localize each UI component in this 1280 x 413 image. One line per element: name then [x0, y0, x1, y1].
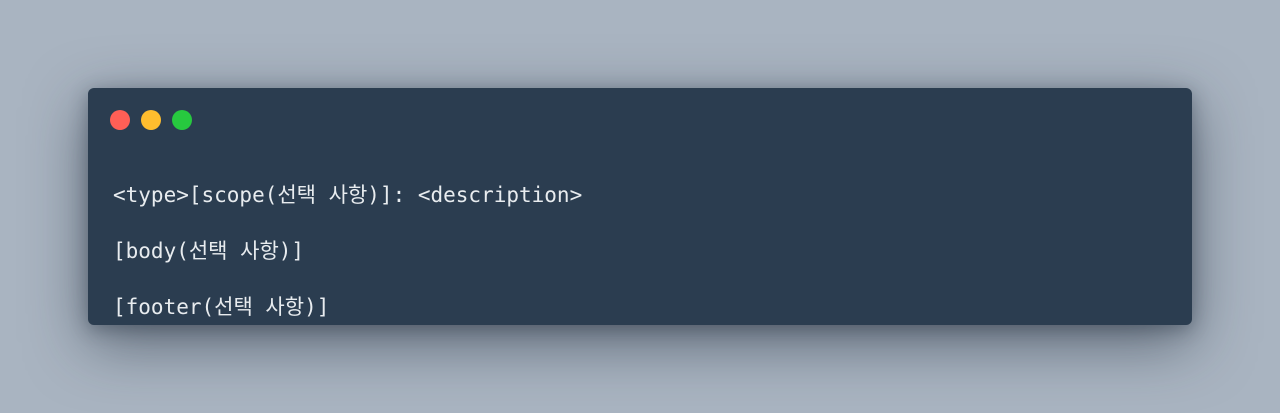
code-line-footer: [footer(선택 사항)]: [113, 295, 330, 319]
zoom-button[interactable]: [172, 110, 192, 130]
code-window: <type>[scope(선택 사항)]: <description> [body…: [88, 88, 1192, 325]
window-titlebar: [110, 110, 192, 130]
minimize-button[interactable]: [141, 110, 161, 130]
code-block: <type>[scope(선택 사항)]: <description> [body…: [113, 168, 582, 325]
code-line-body: [body(선택 사항)]: [113, 239, 305, 263]
close-button[interactable]: [110, 110, 130, 130]
code-line-header: <type>[scope(선택 사항)]: <description>: [113, 183, 583, 207]
